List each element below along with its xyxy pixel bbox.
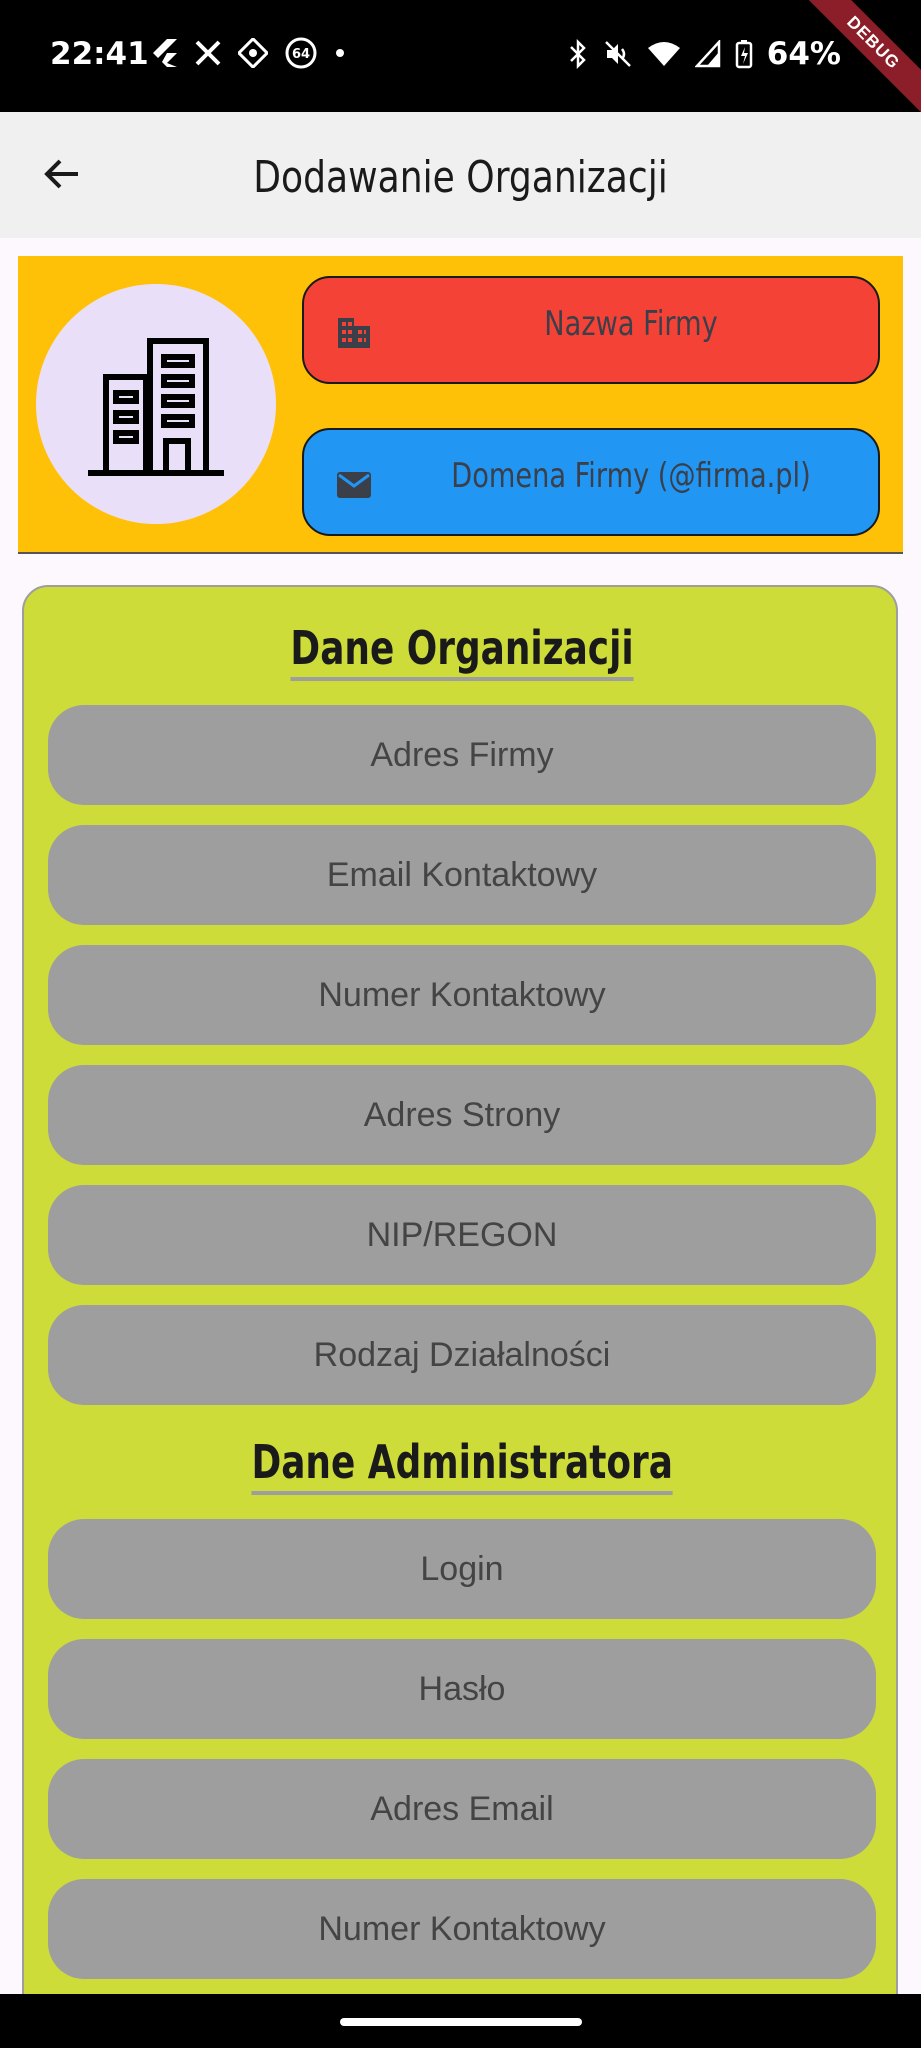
app-icon (238, 38, 268, 68)
dot-icon (334, 47, 346, 59)
company-domain-button[interactable]: Domena Firmy (@firma.pl) (302, 428, 880, 536)
battery-icon (735, 39, 753, 69)
company-domain-label: Domena Firmy (@firma.pl) (451, 456, 811, 496)
system-nav-bar (0, 1994, 921, 2048)
page-title: Dodawanie Organizacji (253, 152, 668, 203)
nip-regon-field[interactable]: NIP/REGON (48, 1185, 876, 1285)
wifi-icon (647, 40, 681, 68)
status-right-icons: 64% (567, 36, 841, 72)
flutter-icon (150, 38, 178, 68)
bluetooth-icon (567, 39, 589, 69)
back-button[interactable] (40, 152, 84, 196)
contact-email-field[interactable]: Email Kontaktowy (48, 825, 876, 925)
company-name-button[interactable]: Nazwa Firmy (302, 276, 880, 384)
email-icon (337, 472, 371, 498)
signal-icon (694, 40, 721, 68)
website-field[interactable]: Adres Strony (48, 1065, 876, 1165)
home-handle[interactable] (340, 2018, 582, 2026)
address-field[interactable]: Adres Firmy (48, 705, 876, 805)
admin-number-field[interactable]: Numer Kontaktowy (48, 1879, 876, 1979)
company-name-label: Nazwa Firmy (544, 304, 718, 344)
app-bar: Dodawanie Organizacji (0, 112, 921, 238)
admin-section-title: Dane Administratora (24, 1435, 900, 1495)
password-field[interactable]: Hasło (48, 1639, 876, 1739)
admin-email-field[interactable]: Adres Email (48, 1759, 876, 1859)
business-type-field[interactable]: Rodzaj Działalności (48, 1305, 876, 1405)
status-bar: 22:41 64 64% DEBUG (0, 0, 921, 118)
organization-logo[interactable] (36, 284, 276, 524)
login-field[interactable]: Login (48, 1519, 876, 1619)
building-icon (88, 338, 224, 476)
org-section-title: Dane Organizacji (24, 621, 900, 681)
business-icon (338, 318, 370, 348)
contact-number-field[interactable]: Numer Kontaktowy (48, 945, 876, 1045)
organization-form: Dane Organizacji Adres Firmy Email Konta… (22, 585, 898, 2048)
organization-header: Nazwa Firmy Domena Firmy (@firma.pl) (18, 256, 903, 554)
arrow-back-icon (44, 159, 78, 189)
status-left-icons: 64 (150, 36, 346, 70)
svg-text:64: 64 (292, 47, 310, 62)
notification-64-icon: 64 (284, 36, 318, 70)
battery-percent: 64% (766, 36, 841, 72)
x-icon (194, 39, 222, 67)
mute-icon (603, 39, 633, 69)
status-time: 22:41 (50, 36, 149, 72)
